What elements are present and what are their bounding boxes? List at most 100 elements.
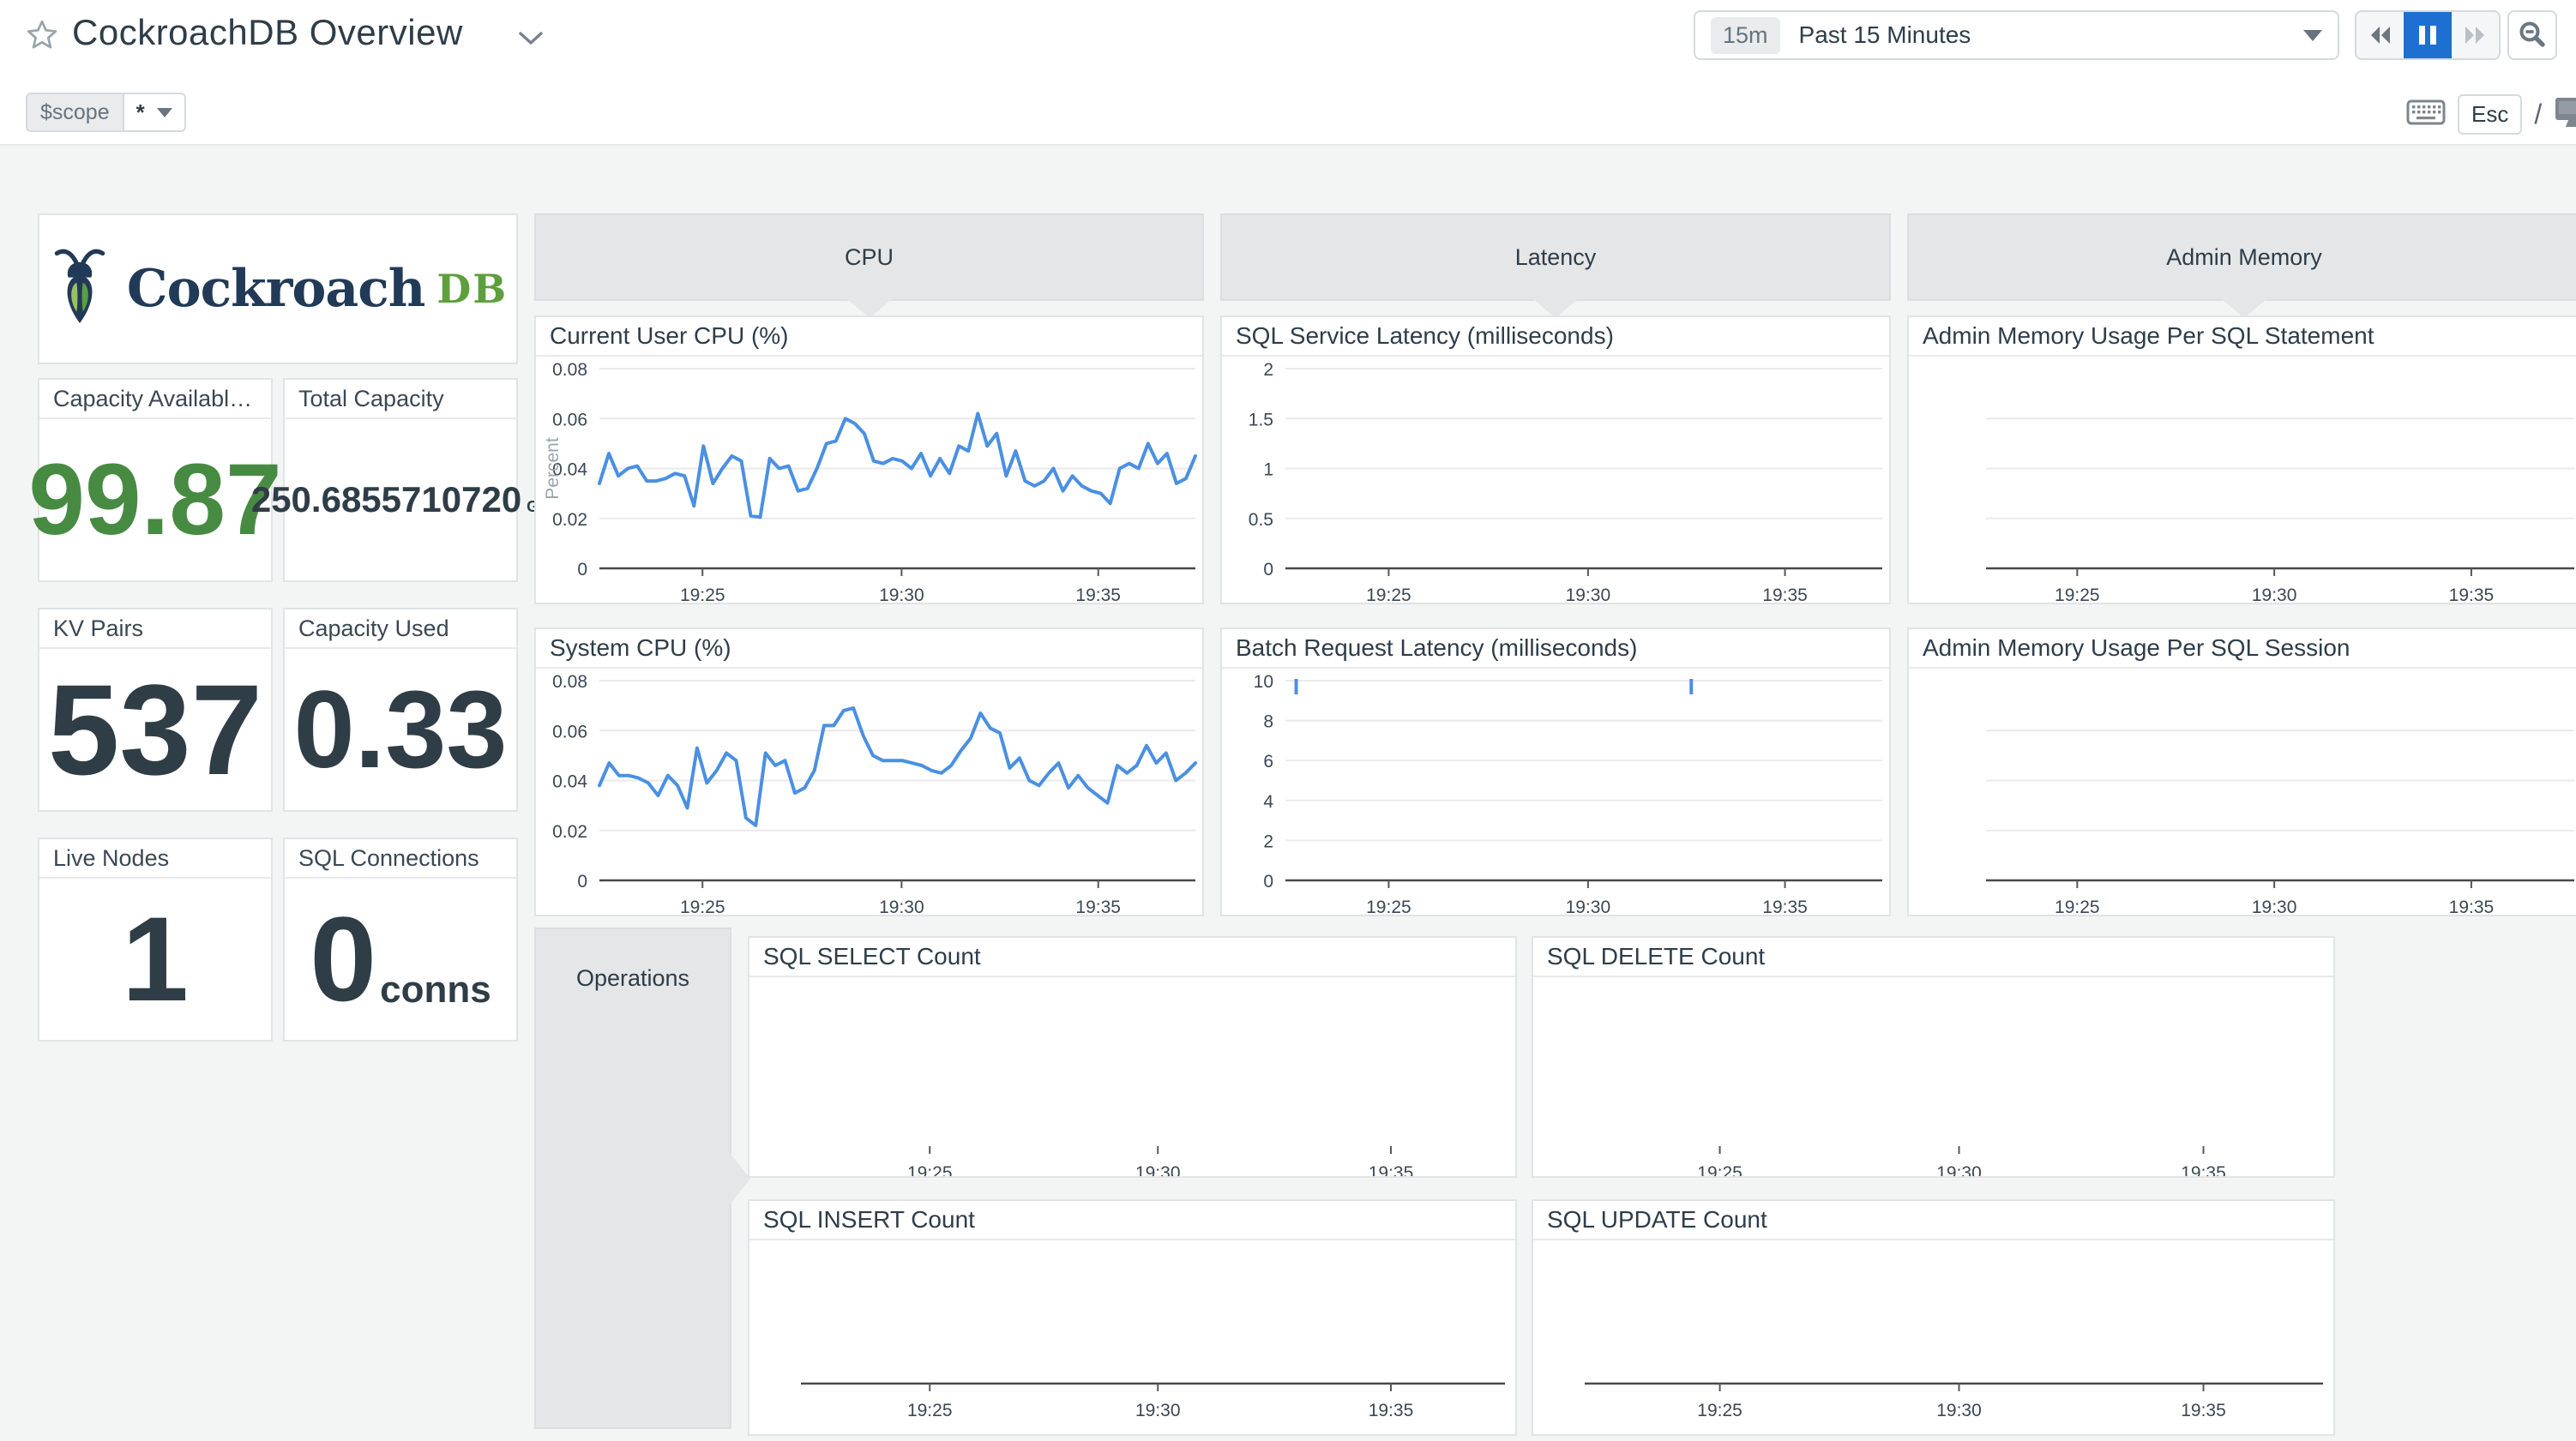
sql-update-count-plot: 19:25 19:30 19:35 (1533, 1240, 2333, 1434)
favorite-star-icon[interactable] (26, 19, 58, 56)
group-header-latency[interactable]: Latency (1220, 213, 1891, 301)
svg-text:0.06: 0.06 (552, 722, 587, 742)
svg-text:1: 1 (1263, 460, 1273, 480)
fast-forward-button[interactable] (2452, 12, 2499, 58)
svg-text:19:30: 19:30 (1566, 898, 1611, 915)
chart-sql-insert-count[interactable]: SQL INSERT Count 19:2519:3019:35 (748, 1199, 1517, 1436)
fullscreen-monitor-icon[interactable] (2554, 95, 2576, 134)
svg-text:0: 0 (1263, 560, 1273, 579)
logo-suffix: DB (436, 266, 508, 312)
chart-title: SQL Service Latency (milliseconds) (1222, 317, 1889, 357)
cockroachdb-logo-card: Cockroach DB (38, 213, 518, 364)
stat-live-nodes[interactable]: Live Nodes 1 (38, 838, 273, 1042)
stat-unit: conns (380, 969, 491, 1012)
chart-admin-memory-session[interactable]: Admin Memory Usage Per SQL Session 19:25… (1907, 627, 2576, 916)
svg-text:19:30: 19:30 (1936, 1401, 1982, 1420)
scope-var-value[interactable]: * (124, 94, 184, 130)
logo-wordmark: Cockroach (127, 259, 425, 319)
template-variable-scope[interactable]: $scope * (26, 93, 186, 132)
caret-down-icon (2303, 30, 2322, 41)
stat-value: 99.87 (28, 441, 281, 558)
stat-capacity-used[interactable]: Capacity Used 0.33 (283, 608, 518, 812)
svg-text:0.08: 0.08 (552, 360, 587, 380)
stat-value: 0 (310, 890, 376, 1029)
chart-title: System CPU (%) (536, 629, 1202, 669)
stat-value: 0.33 (293, 667, 507, 793)
dashboard-page: CockroachDB Overview 15m Past 15 Minutes… (0, 0, 2576, 1441)
time-range-badge: 15m (1711, 17, 1780, 54)
svg-text:19:25: 19:25 (1697, 1163, 1742, 1176)
chart-sql-update-count[interactable]: SQL UPDATE Count 19:25 19:30 19:35 (1532, 1199, 2335, 1436)
svg-text:0: 0 (577, 560, 587, 579)
svg-text:19:30: 19:30 (1135, 1163, 1181, 1176)
group-header-operations[interactable]: Operations (534, 928, 731, 1429)
group-header-cpu[interactable]: CPU (534, 213, 1204, 301)
svg-text:Percent: Percent (543, 437, 563, 500)
stat-value: 537 (48, 656, 262, 804)
page-title: CockroachDB Overview (72, 12, 463, 53)
group-header-admin-memory[interactable]: Admin Memory (1907, 213, 2576, 301)
svg-text:4: 4 (1263, 792, 1273, 812)
chevron-down-icon[interactable] (518, 31, 544, 51)
chart-title: Batch Request Latency (milliseconds) (1222, 629, 1889, 669)
chart-admin-memory-statement[interactable]: Admin Memory Usage Per SQL Statement 19:… (1907, 315, 2576, 604)
time-range-label: Past 15 Minutes (1799, 21, 2303, 49)
svg-text:10: 10 (1254, 672, 1273, 692)
keyboard-icon[interactable] (2406, 97, 2446, 132)
cockroach-bug-icon (48, 244, 111, 333)
group-label: Admin Memory (2166, 244, 2322, 271)
scope-var-name: $scope (27, 94, 124, 130)
chart-title: Admin Memory Usage Per SQL Session (1909, 629, 2576, 669)
stat-title: KV Pairs (39, 609, 271, 649)
zoom-out-button[interactable] (2507, 10, 2557, 60)
chart-sql-service-latency[interactable]: SQL Service Latency (milliseconds) 00.51… (1220, 315, 1891, 604)
stat-total-capacity[interactable]: Total Capacity 250.6855710720GB (283, 378, 518, 582)
svg-text:19:35: 19:35 (2449, 898, 2495, 915)
stat-value: 250.6855710720 (251, 479, 521, 520)
esc-key-button[interactable]: Esc (2458, 94, 2522, 135)
stat-capacity-available[interactable]: Capacity Available... 99.87 (38, 378, 273, 582)
stat-title: Capacity Available... (39, 380, 271, 419)
group-label: CPU (845, 244, 894, 271)
svg-text:19:35: 19:35 (1762, 585, 1808, 603)
chart-batch-request-latency[interactable]: Batch Request Latency (milliseconds) 024… (1220, 627, 1891, 916)
sql-service-latency-plot: 00.511.5219:2519:3019:35 (1222, 357, 1889, 603)
svg-text:2: 2 (1263, 360, 1273, 380)
svg-text:19:25: 19:25 (680, 585, 725, 603)
time-range-selector[interactable]: 15m Past 15 Minutes (1694, 10, 2339, 60)
rewind-button[interactable] (2356, 12, 2404, 58)
stat-kv-pairs[interactable]: KV Pairs 537 (38, 608, 273, 812)
svg-text:19:35: 19:35 (2449, 585, 2495, 603)
playback-controls (2355, 10, 2501, 60)
pause-button[interactable] (2404, 12, 2451, 58)
svg-text:19:30: 19:30 (2252, 898, 2297, 915)
chart-sql-select-count[interactable]: SQL SELECT Count 19:2519:3019:35 (748, 936, 1517, 1178)
svg-text:0.08: 0.08 (552, 672, 587, 692)
group-label: Operations (536, 965, 730, 992)
svg-text:19:25: 19:25 (2055, 898, 2100, 915)
stat-sql-connections[interactable]: SQL Connections 0conns (283, 838, 518, 1042)
chart-system-cpu[interactable]: System CPU (%) 00.020.040.060.0819:2519:… (534, 627, 1204, 916)
svg-text:0.02: 0.02 (552, 510, 587, 530)
svg-text:19:25: 19:25 (907, 1401, 953, 1420)
svg-text:19:30: 19:30 (2252, 585, 2297, 603)
shortcut-hints: Esc / (2406, 93, 2576, 135)
svg-text:19:30: 19:30 (879, 898, 924, 915)
svg-text:19:30: 19:30 (879, 585, 924, 603)
system-cpu-plot: 00.020.040.060.0819:2519:3019:35 (536, 669, 1202, 915)
chart-title: SQL UPDATE Count (1533, 1201, 2333, 1240)
stat-title: Live Nodes (39, 839, 271, 879)
svg-text:19:35: 19:35 (2181, 1401, 2226, 1420)
sql-insert-count-plot: 19:2519:3019:35 (749, 1240, 1515, 1434)
header: CockroachDB Overview 15m Past 15 Minutes… (0, 0, 2576, 146)
chart-current-user-cpu[interactable]: Current User CPU (%) 00.020.040.060.0819… (534, 315, 1204, 604)
stat-title: Total Capacity (285, 380, 516, 419)
sql-delete-count-plot: 19:2519:3019:35 (1533, 977, 2333, 1176)
cockroachdb-logo: Cockroach DB (48, 244, 508, 333)
svg-text:1.5: 1.5 (1249, 410, 1273, 429)
chart-sql-delete-count[interactable]: SQL DELETE Count 19:2519:3019:35 (1532, 936, 2335, 1178)
svg-text:19:25: 19:25 (1366, 585, 1411, 603)
caret-down-icon (157, 108, 172, 117)
stat-title: SQL Connections (285, 839, 516, 879)
svg-text:19:25: 19:25 (1697, 1401, 1742, 1420)
